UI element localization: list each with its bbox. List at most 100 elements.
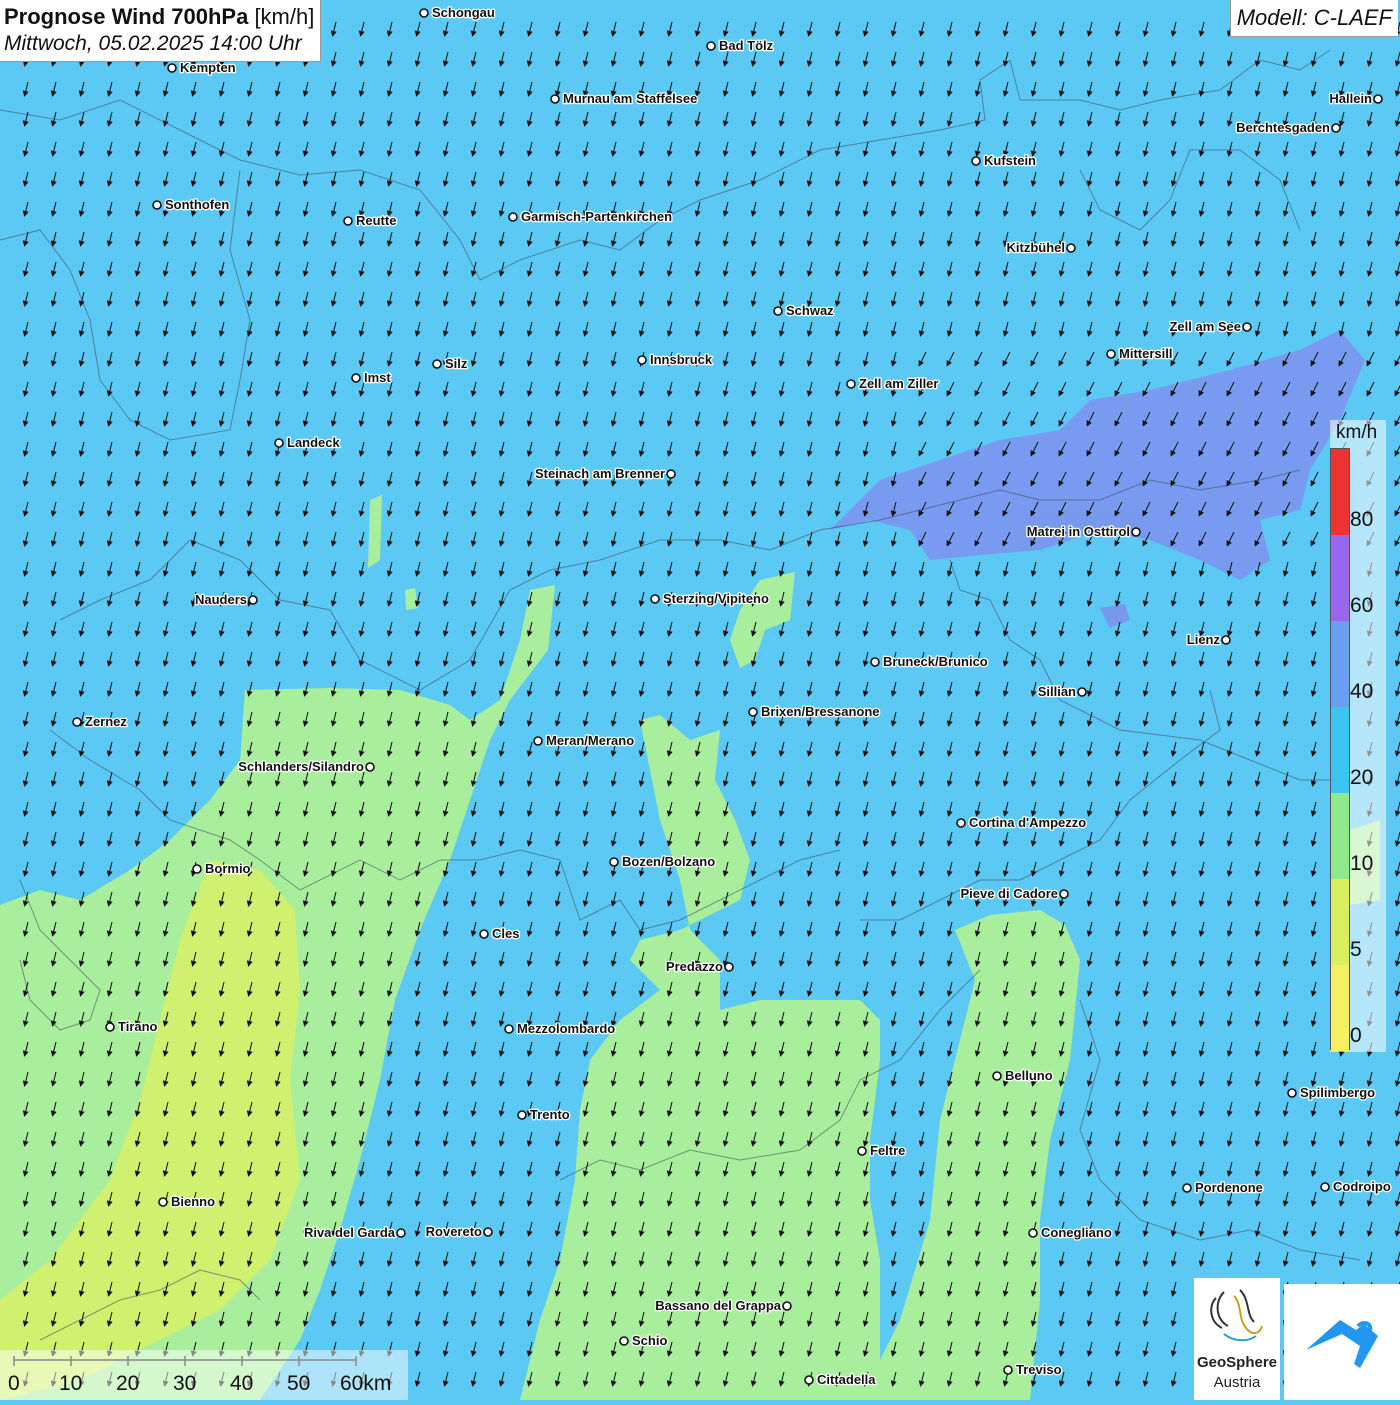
city-marker[interactable]: [1003, 1365, 1013, 1375]
city-marker[interactable]: [550, 94, 560, 104]
city-marker[interactable]: [419, 8, 429, 18]
city-marker[interactable]: [1106, 349, 1116, 359]
geosphere-logo[interactable]: GeoSphere Austria: [1194, 1278, 1280, 1400]
city-label: Cles: [492, 926, 519, 941]
city-marker[interactable]: [804, 1375, 814, 1385]
legend-label-10: 10: [1350, 852, 1374, 875]
title-main: Prognose Wind 700hPa: [4, 4, 249, 29]
city-label: Spilimbergo: [1300, 1085, 1375, 1100]
city-marker[interactable]: [504, 1024, 514, 1034]
city-marker[interactable]: [1221, 635, 1231, 645]
city-marker[interactable]: [956, 818, 966, 828]
city-marker[interactable]: [773, 306, 783, 316]
city-marker[interactable]: [343, 216, 353, 226]
legend-seg-20: [1331, 707, 1349, 793]
city-marker[interactable]: [396, 1228, 406, 1238]
scale-label-40: 40: [230, 1372, 254, 1395]
scale-label-10: 10: [59, 1372, 83, 1395]
legend-seg-0: [1331, 965, 1349, 1051]
scale-label-20: 20: [116, 1372, 140, 1395]
legend-label-0: 0: [1350, 1024, 1362, 1047]
city-marker[interactable]: [248, 595, 258, 605]
city-label: Bormio: [205, 861, 251, 876]
city-marker[interactable]: [609, 857, 619, 867]
city-marker[interactable]: [1373, 94, 1383, 104]
city-marker[interactable]: [1287, 1088, 1297, 1098]
city-label: Lienz: [1187, 632, 1221, 647]
legend-unit: km/h: [1336, 422, 1378, 443]
legend-label-60: 60: [1350, 594, 1374, 617]
city-label: Kitzbühel: [1007, 240, 1066, 255]
city-label: Nauders: [195, 592, 247, 607]
app-logo[interactable]: [1284, 1284, 1400, 1400]
city-marker[interactable]: [533, 736, 543, 746]
city-label: Tirano: [118, 1019, 158, 1034]
city-label: Riva del Garda: [304, 1225, 396, 1240]
title-box: Prognose Wind 700hPa [km/h] Mittwoch, 05…: [0, 0, 322, 62]
city-marker[interactable]: [152, 200, 162, 210]
legend-label-20: 20: [1350, 766, 1374, 789]
city-label: Belluno: [1005, 1068, 1053, 1083]
geosphere-logo-subtext: Austria: [1213, 1374, 1261, 1391]
city-marker[interactable]: [1131, 527, 1141, 537]
city-marker[interactable]: [782, 1301, 792, 1311]
city-marker[interactable]: [1077, 687, 1087, 697]
city-marker[interactable]: [351, 373, 361, 383]
city-marker[interactable]: [650, 594, 660, 604]
city-marker[interactable]: [706, 41, 716, 51]
city-label: Sonthofen: [165, 197, 229, 212]
city-label: Landeck: [287, 435, 341, 450]
city-label: Rovereto: [426, 1224, 482, 1239]
legend-label-40: 40: [1350, 680, 1374, 703]
city-label: Sterzing/Vipiteno: [663, 591, 769, 606]
scale-bar: 0 10 20 30 40 50 60km: [0, 1350, 408, 1400]
city-marker[interactable]: [1320, 1182, 1330, 1192]
color-legend: km/h 80 60 40 20 10 5 0: [1330, 420, 1386, 1052]
mountain-logo-icon: [1306, 1320, 1378, 1368]
wind-map[interactable]: Schongau Bad Tölz Kempten Murnau am Staffel…: [0, 0, 1400, 1400]
city-marker[interactable]: [971, 156, 981, 166]
city-marker[interactable]: [192, 864, 202, 874]
city-marker[interactable]: [508, 212, 518, 222]
city-label: Kempten: [180, 60, 236, 75]
city-marker[interactable]: [167, 63, 177, 73]
city-marker[interactable]: [666, 469, 676, 479]
city-marker[interactable]: [857, 1146, 867, 1156]
city-marker[interactable]: [846, 379, 856, 389]
city-label: Conegliano: [1041, 1225, 1112, 1240]
city-marker[interactable]: [1242, 322, 1252, 332]
city-marker[interactable]: [479, 929, 489, 939]
city-marker[interactable]: [637, 355, 647, 365]
city-marker[interactable]: [274, 438, 284, 448]
scale-label-60km: 60km: [340, 1372, 392, 1395]
city-marker[interactable]: [1059, 889, 1069, 899]
map-title: Prognose Wind 700hPa [km/h]: [4, 3, 314, 31]
city-label: Mezzolombardo: [517, 1021, 615, 1036]
city-marker[interactable]: [1182, 1183, 1192, 1193]
city-marker[interactable]: [724, 962, 734, 972]
city-label: Sillian: [1038, 684, 1076, 699]
city-label: Bozen/Bolzano: [622, 854, 715, 869]
city-marker[interactable]: [992, 1071, 1002, 1081]
city-marker[interactable]: [483, 1227, 493, 1237]
legend-seg-5: [1331, 879, 1349, 965]
geosphere-logo-text: GeoSphere: [1196, 1354, 1278, 1371]
city-marker[interactable]: [619, 1336, 629, 1346]
legend-label-5: 5: [1350, 938, 1362, 961]
city-label: Treviso: [1016, 1362, 1062, 1377]
city-marker[interactable]: [158, 1197, 168, 1207]
city-marker[interactable]: [72, 717, 82, 727]
city-marker[interactable]: [1028, 1228, 1038, 1238]
city-marker[interactable]: [1331, 123, 1341, 133]
city-marker[interactable]: [517, 1110, 527, 1120]
city-marker[interactable]: [748, 707, 758, 717]
city-label: Cortina d'Ampezzo: [969, 815, 1086, 830]
city-label: Pordenone: [1195, 1180, 1263, 1195]
city-marker[interactable]: [432, 359, 442, 369]
legend-seg-10: [1331, 793, 1349, 879]
city-label: Bad Tölz: [719, 38, 774, 53]
city-marker[interactable]: [1066, 243, 1076, 253]
city-marker[interactable]: [365, 762, 375, 772]
city-marker[interactable]: [870, 657, 880, 667]
city-marker[interactable]: [105, 1022, 115, 1032]
